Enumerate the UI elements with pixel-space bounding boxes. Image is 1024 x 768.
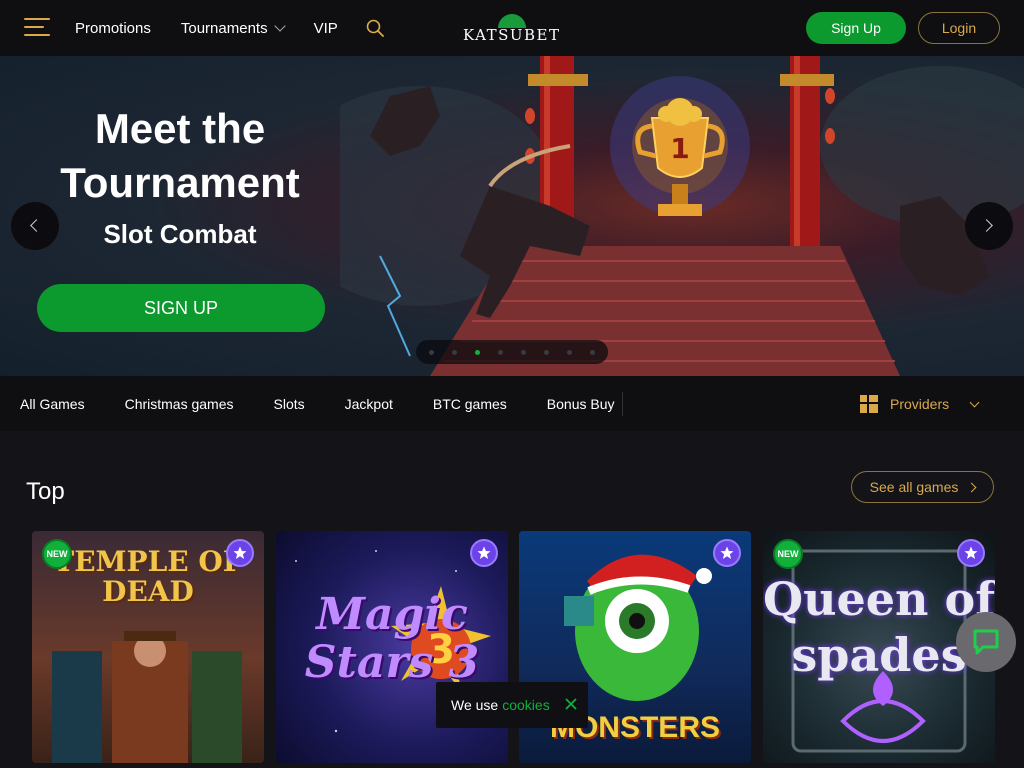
slider-dot[interactable] [567, 349, 572, 355]
favorite-button[interactable] [957, 539, 985, 567]
nav-promotions[interactable]: Promotions [75, 20, 151, 37]
cookie-text: We use [451, 697, 499, 713]
slider-dot[interactable] [544, 349, 549, 355]
hero-artwork: 1 [340, 56, 1024, 376]
tab-slots[interactable]: Slots [274, 396, 305, 412]
chevron-down-icon [273, 20, 286, 32]
game-card[interactable]: TEMPLE OF DEAD NEW [32, 531, 264, 763]
cookies-link[interactable]: cookies [502, 697, 549, 713]
search-icon[interactable] [366, 19, 384, 37]
favorite-button[interactable] [226, 539, 254, 567]
logo-text: KATSUBET [463, 26, 561, 44]
page: Promotions Tournaments VIP KATSUBET Sign… [0, 0, 1024, 768]
nav-tournaments[interactable]: Tournaments [180, 19, 286, 37]
slider-dot[interactable] [429, 349, 434, 355]
chevron-right-icon [966, 482, 977, 492]
nav-vip-label: VIP [313, 19, 338, 37]
slider-dots [416, 340, 608, 364]
login-button[interactable]: Login [918, 12, 1000, 44]
star-icon [720, 546, 734, 559]
tab-all-games[interactable]: All Games [20, 396, 85, 412]
tab-jackpot[interactable]: Jackpot [345, 396, 393, 412]
game-card[interactable]: 3 Magic Stars 3 [276, 531, 508, 763]
header: Promotions Tournaments VIP KATSUBET Sign… [0, 0, 1024, 56]
sign-up-button[interactable]: Sign Up [806, 12, 906, 44]
menu-icon[interactable] [24, 18, 50, 38]
category-tabs: All Games Christmas games Slots Jackpot … [20, 376, 615, 431]
new-badge: NEW [773, 539, 803, 569]
slider-dot-active[interactable] [475, 349, 480, 355]
nav-promotions-label: Promotions [75, 19, 151, 37]
see-all-games-button[interactable]: See all games [851, 471, 994, 503]
grid-icon [860, 395, 878, 413]
star-icon [477, 546, 491, 559]
chat-button[interactable] [956, 612, 1016, 672]
favorite-button[interactable] [470, 539, 498, 567]
providers-label: Providers [890, 396, 950, 412]
hero-banner: 1 Meet the Tournament Slot Combat SIGN U… [0, 56, 1024, 376]
new-badge: NEW [42, 539, 72, 569]
see-all-label: See all games [869, 479, 959, 495]
hero-sign-up-button[interactable]: SIGN UP [37, 284, 325, 332]
trophy-number: 1 [670, 132, 689, 165]
logo[interactable]: KATSUBET [463, 14, 563, 44]
providers-dropdown[interactable]: Providers [860, 394, 980, 414]
section-title: Top [26, 478, 65, 505]
game-card[interactable]: MONSTERS [519, 531, 751, 763]
slider-dot[interactable] [590, 349, 595, 355]
slider-dot[interactable] [498, 349, 503, 355]
hero-title: Meet the Tournament [60, 105, 300, 206]
main-nav: Promotions Tournaments VIP [75, 0, 338, 56]
cookie-banner: We use cookies [436, 682, 588, 728]
close-icon[interactable] [562, 695, 580, 713]
star-icon [964, 546, 978, 559]
category-bar: All Games Christmas games Slots Jackpot … [0, 376, 1024, 431]
slider-dot[interactable] [521, 349, 526, 355]
slider-dot[interactable] [452, 349, 457, 355]
tab-bonus-buy[interactable]: Bonus Buy [547, 396, 615, 412]
chevron-right-icon[interactable] [965, 202, 1013, 250]
nav-tournaments-label: Tournaments [180, 19, 268, 37]
star-icon [233, 546, 247, 559]
tab-btc-games[interactable]: BTC games [433, 396, 507, 412]
hero-subtitle: Slot Combat [103, 219, 257, 249]
favorite-button[interactable] [713, 539, 741, 567]
divider [622, 392, 623, 416]
tab-christmas-games[interactable]: Christmas games [125, 396, 234, 412]
game-title: Magic Stars 3 [304, 589, 480, 688]
nav-vip[interactable]: VIP [314, 20, 338, 37]
chevron-down-icon [969, 397, 980, 408]
chevron-left-icon[interactable] [11, 202, 59, 250]
chat-icon [973, 629, 999, 655]
